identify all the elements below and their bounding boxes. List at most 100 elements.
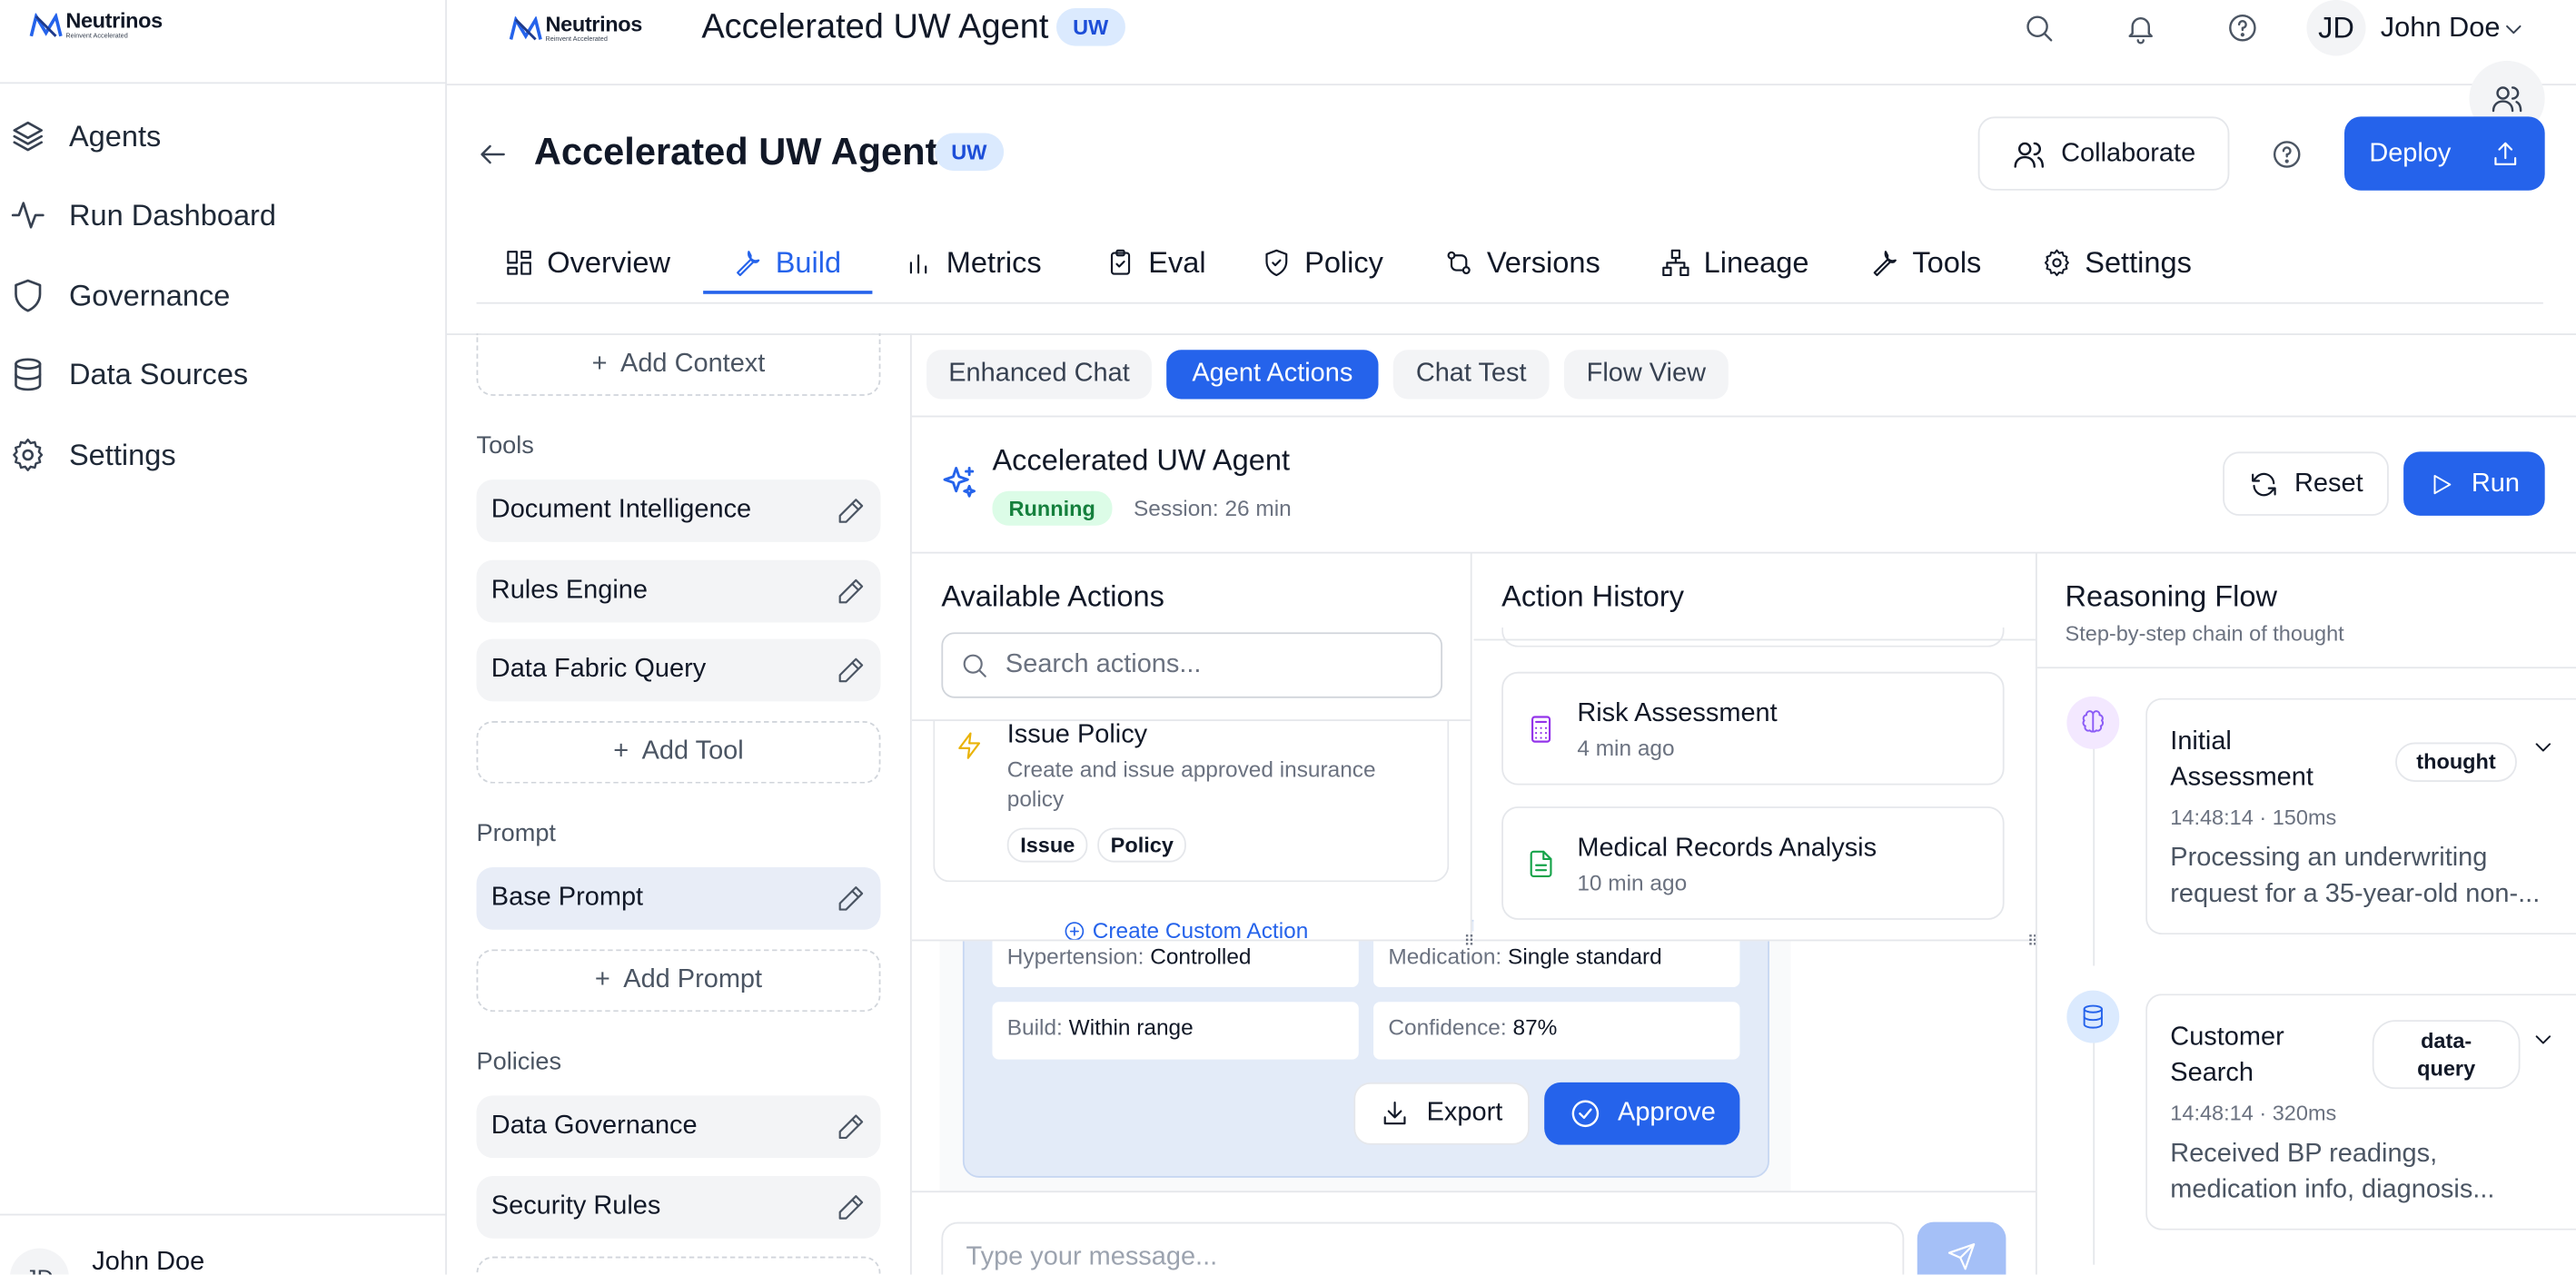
play-icon [2434, 474, 2452, 494]
tab-metrics[interactable]: Metrics [904, 230, 1042, 295]
reasoning-step-card[interactable]: Initial Assessment thought 14:48:14 · 15… [2145, 697, 2576, 935]
history-item-time: 4 min ago [1577, 736, 1675, 761]
session-agent-name: Accelerated UW Agent [992, 443, 1290, 477]
tab-overview[interactable]: Overview [504, 230, 670, 295]
back-arrow-icon[interactable] [477, 138, 510, 171]
tab-policy[interactable]: Policy [1262, 230, 1383, 295]
run-label: Run [2471, 469, 2520, 498]
pencil-icon[interactable] [837, 496, 867, 526]
wrench-icon [1873, 251, 1897, 277]
help-icon[interactable] [2226, 12, 2259, 44]
tab-tools[interactable]: Tools [1869, 230, 1981, 295]
create-custom-action-button[interactable]: Create Custom Action [1063, 918, 1308, 940]
brain-icon [2082, 710, 2105, 733]
add-policy-button[interactable] [476, 1256, 881, 1275]
field-key: Medication: [1388, 944, 1502, 970]
gear-icon [13, 438, 44, 471]
approve-button[interactable]: Approve [1544, 1082, 1740, 1145]
tab-label: Versions [1486, 245, 1600, 279]
prompt-heading: Prompt [476, 819, 556, 848]
sidebar-item-data-sources[interactable]: Data Sources [10, 350, 248, 399]
brand-tagline: Reinvent Accelerated [545, 34, 608, 44]
tab-lineage[interactable]: Lineage [1661, 230, 1809, 295]
run-button[interactable]: Run [2403, 451, 2545, 516]
message-input[interactable]: Type your message... [941, 1221, 1905, 1275]
step-text-line: medication info, diagnosis... [2170, 1176, 2495, 1204]
export-button[interactable]: Export [1353, 1082, 1530, 1145]
subtab-enhanced-chat[interactable]: Enhanced Chat [926, 350, 1152, 400]
subtab-chat-test[interactable]: Chat Test [1392, 350, 1550, 400]
policy-item[interactable]: Security Rules [476, 1176, 881, 1239]
pencil-icon[interactable] [837, 1192, 867, 1222]
action-card[interactable]: Issue Policy Create and issue approved i… [933, 721, 1450, 883]
calculator-icon [1531, 716, 1551, 743]
tool-item[interactable]: Document Intelligence [476, 479, 881, 542]
history-item[interactable] [1501, 627, 2005, 647]
action-tag: Issue [1006, 827, 1088, 863]
policy-label: Data Governance [490, 1112, 698, 1141]
sidebar-item-governance[interactable]: Governance [10, 271, 230, 320]
subtab-agent-actions[interactable]: Agent Actions [1166, 350, 1379, 400]
chevron-down-icon[interactable] [2530, 734, 2556, 760]
pencil-icon[interactable] [837, 577, 867, 607]
tab-eval[interactable]: Eval [1105, 230, 1206, 295]
result-field-build: Build: Within range [992, 1002, 1359, 1060]
reasoning-step-card[interactable]: Customer Search data-query 14:48:14 · 32… [2145, 993, 2576, 1231]
divider [911, 719, 1471, 722]
sparkles-icon [943, 467, 976, 498]
step-title-line: Initial [2170, 727, 2232, 756]
avatar[interactable]: JD [9, 1248, 69, 1275]
tab-settings[interactable]: Settings [2042, 230, 2192, 295]
available-actions-panel: Available Actions Search actions... Issu… [911, 553, 1472, 942]
search-icon[interactable] [2023, 12, 2056, 44]
field-value: Single standard [1508, 944, 1662, 970]
panel-divider [2035, 553, 2037, 1275]
resize-handle[interactable]: ⠿ [1464, 933, 1475, 951]
history-item-time: 10 min ago [1577, 870, 1688, 895]
send-button[interactable] [1917, 1221, 2006, 1275]
send-icon [1947, 1243, 1976, 1270]
divider [0, 82, 447, 84]
header-logo[interactable]: Neutrinos Reinvent Accelerated [509, 13, 642, 44]
reset-label: Reset [2294, 469, 2363, 498]
header-user-name[interactable]: John Doe [2381, 12, 2501, 44]
sidebar-item-run-dashboard[interactable]: Run Dashboard [10, 191, 276, 240]
pencil-icon[interactable] [837, 656, 867, 686]
prompt-label: Base Prompt [490, 884, 644, 912]
search-input[interactable]: Search actions... [941, 632, 1443, 698]
history-item[interactable]: Medical Records Analysis 10 min ago [1501, 806, 2005, 920]
policy-label: Security Rules [490, 1192, 661, 1221]
history-item[interactable]: Risk Assessment 4 min ago [1501, 671, 2005, 786]
subtab-flow-view[interactable]: Flow View [1563, 350, 1729, 400]
step-title-line: Customer [2170, 1023, 2284, 1052]
chevron-down-icon[interactable] [2501, 16, 2527, 43]
tool-item[interactable]: Data Fabric Query [476, 638, 881, 702]
tab-label: Lineage [1703, 245, 1809, 279]
add-tool-button[interactable]: + Add Tool [476, 721, 881, 784]
avatar[interactable]: JD [2306, 0, 2366, 56]
pencil-icon[interactable] [837, 1112, 867, 1142]
help-icon[interactable] [2271, 138, 2304, 171]
pencil-icon[interactable] [837, 884, 867, 914]
policy-item[interactable]: Data Governance [476, 1095, 881, 1159]
tab-label: Eval [1148, 245, 1206, 279]
chevron-down-icon[interactable] [2530, 1026, 2556, 1053]
tool-item[interactable]: Rules Engine [476, 559, 881, 623]
neutrinos-logo[interactable]: Neutrinos Reinvent Accelerated [29, 10, 163, 40]
collaborate-button[interactable]: Collaborate [1977, 116, 2230, 191]
tab-label: Overview [547, 245, 670, 279]
header-title: Accelerated UW Agent [701, 8, 1049, 46]
tool-label: Data Fabric Query [490, 655, 707, 684]
sidebar-item-agents[interactable]: Agents [10, 112, 161, 161]
tab-build[interactable]: Build [733, 230, 841, 295]
tab-versions[interactable]: Versions [1444, 230, 1600, 295]
reset-button[interactable]: Reset [2223, 451, 2389, 516]
timeline-line [2093, 746, 2095, 966]
deploy-button[interactable]: Deploy [2344, 116, 2545, 191]
prompt-item[interactable]: Base Prompt [476, 866, 881, 930]
bell-icon[interactable] [2125, 12, 2157, 44]
sidebar-item-settings[interactable]: Settings [10, 430, 176, 479]
divider [2036, 667, 2576, 669]
add-context-button[interactable]: + Add Context [476, 333, 881, 396]
add-prompt-button[interactable]: + Add Prompt [476, 949, 881, 1013]
